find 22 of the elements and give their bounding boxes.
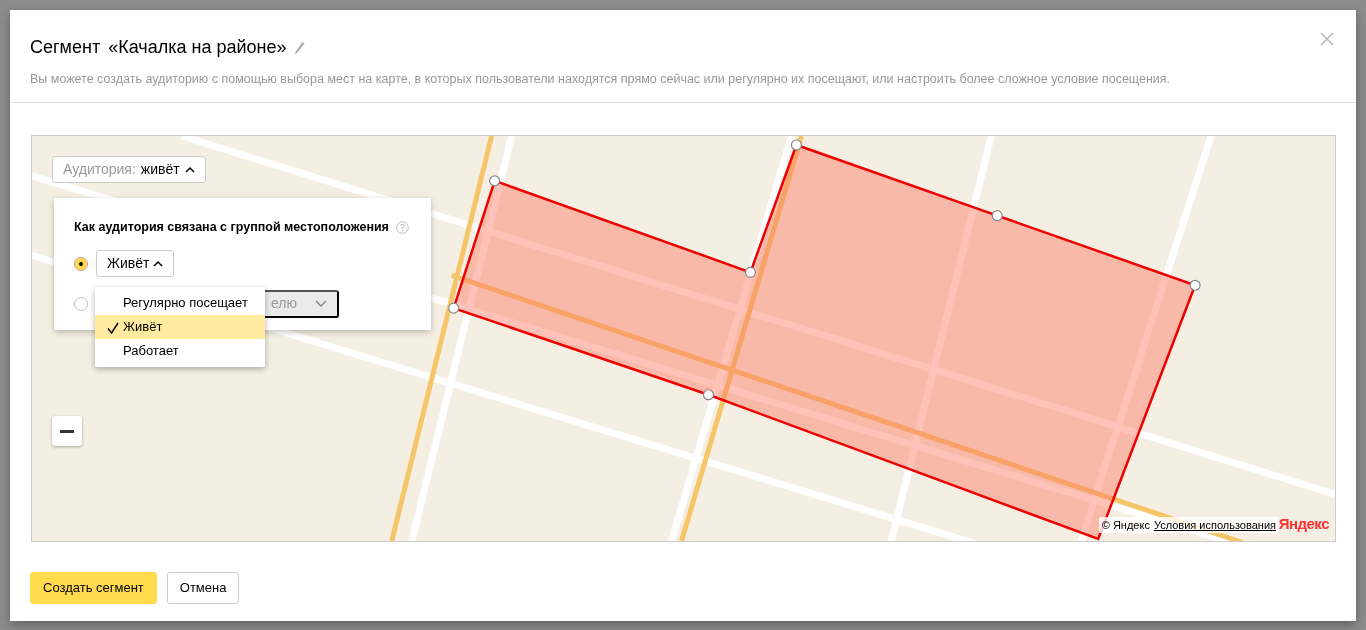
radio-button[interactable] xyxy=(74,256,88,271)
popup-heading: Как аудитория связана с группой местоположения xyxy=(74,219,389,236)
terms-link[interactable]: Условия использования xyxy=(1153,516,1276,533)
audience-filter-button[interactable]: Аудитория: живёт xyxy=(52,156,206,183)
menu-item[interactable]: Работает xyxy=(95,339,265,363)
zoom-out-button[interactable] xyxy=(52,416,82,446)
help-icon[interactable] xyxy=(395,220,409,234)
radio-button[interactable] xyxy=(74,296,88,311)
dialog-title: Сегмент xyxy=(30,36,101,59)
cancel-button[interactable]: Отмена xyxy=(166,572,240,604)
menu-item[interactable]: Живёт xyxy=(95,315,265,339)
relation-dropdown[interactable]: Живёт xyxy=(96,250,175,278)
segment-name: «Качалка на районе» xyxy=(108,36,287,59)
pencil-icon[interactable] xyxy=(294,40,307,55)
minus-icon xyxy=(60,429,74,433)
dialog-description: Вы можете создать аудиторию с помощью выбора мест на карте, в которых пользователи находятся прямо сейчас или регулярно их посещают, или настроить более сложное условие посещения. xyxy=(30,71,1172,88)
close-icon[interactable] xyxy=(1320,32,1334,46)
chevron-icon xyxy=(315,300,327,308)
map-logo: Яндекс xyxy=(1278,513,1329,534)
check-icon xyxy=(107,321,119,334)
create-segment-button[interactable]: Создать сегмент xyxy=(30,572,157,604)
copyright-text: © Яндекс xyxy=(1101,517,1150,533)
